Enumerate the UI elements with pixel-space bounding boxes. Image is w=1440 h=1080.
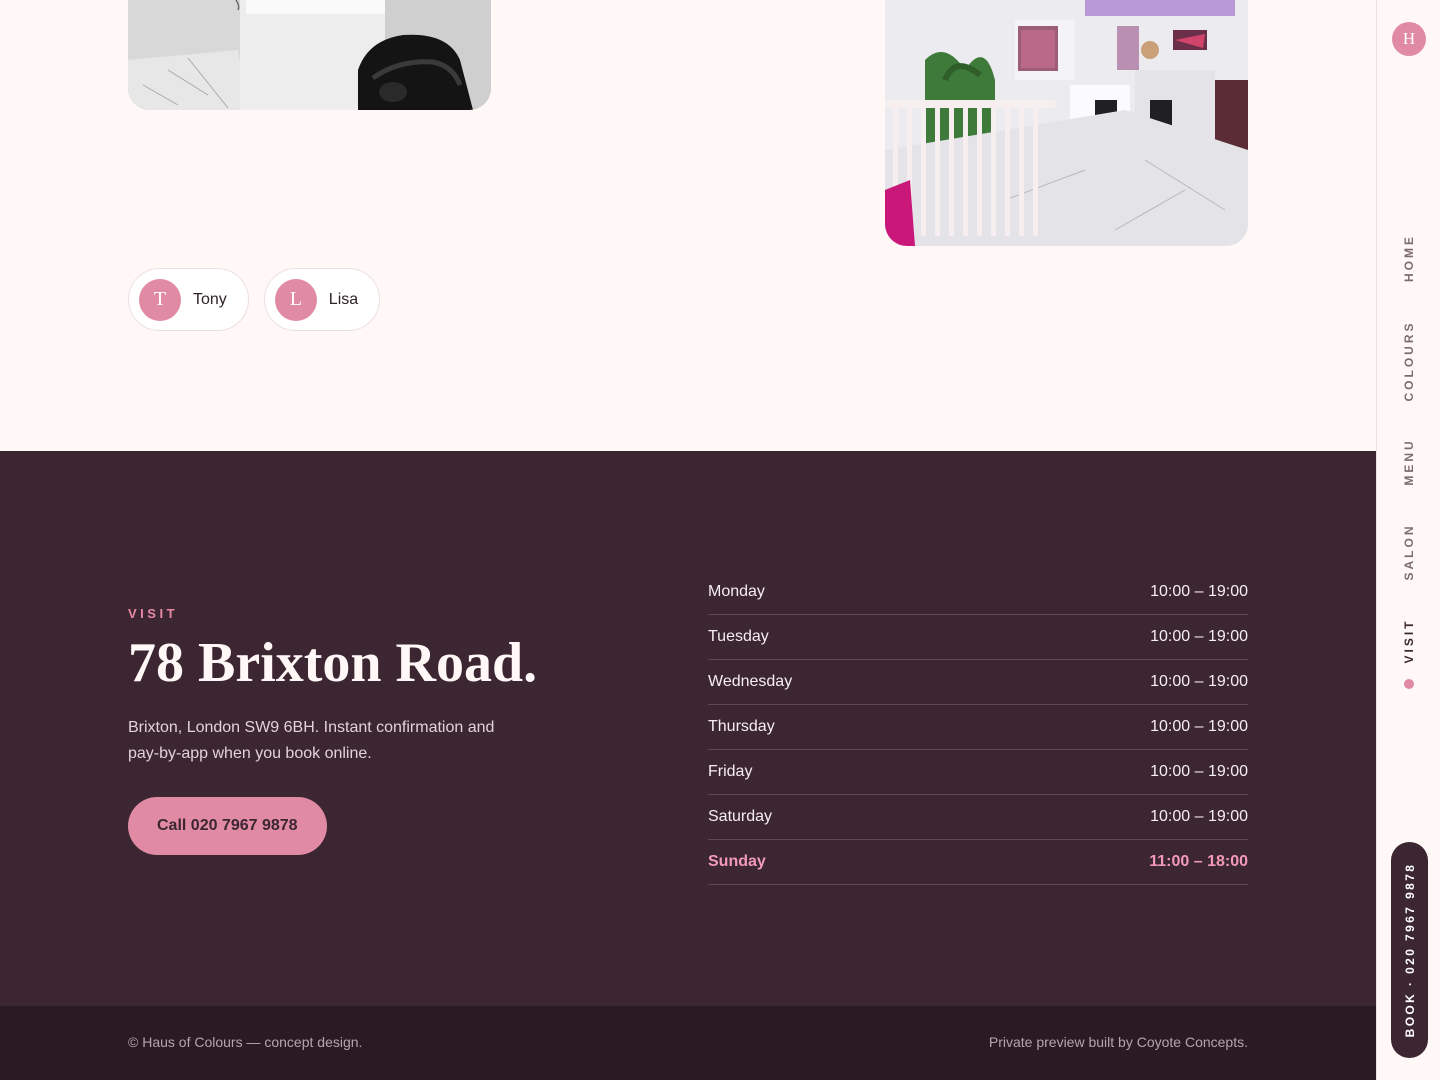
hours-row-sunday: Sunday 11:00 – 18:00 bbox=[708, 840, 1248, 885]
hours-time: 10:00 – 19:00 bbox=[1150, 583, 1248, 600]
salon-photo-interior bbox=[885, 0, 1248, 246]
site-footer: © Haus of Colours — concept design. Priv… bbox=[0, 1006, 1376, 1080]
hours-time: 10:00 – 19:00 bbox=[1150, 808, 1248, 825]
book-call-label: BOOK · 020 7967 9878 bbox=[1402, 862, 1417, 1038]
active-indicator-dot-icon bbox=[1404, 679, 1414, 689]
salon-gallery-section: T Tony L Lisa bbox=[0, 0, 1376, 451]
salon-photo-pedicure-chair bbox=[128, 0, 491, 110]
hours-row-saturday: Saturday 10:00 – 19:00 bbox=[708, 795, 1248, 840]
hours-day: Thursday bbox=[708, 718, 775, 735]
hours-day: Tuesday bbox=[708, 628, 769, 645]
hours-day: Monday bbox=[708, 583, 765, 600]
visit-eyebrow: VISIT bbox=[128, 606, 179, 621]
hours-row-friday: Friday 10:00 – 19:00 bbox=[708, 750, 1248, 795]
side-rail-nav: H HOME COLOURS MENU SALON VISIT BOOK · 0… bbox=[1376, 0, 1440, 1080]
call-button[interactable]: Call 020 7967 9878 bbox=[128, 797, 327, 855]
rail-nav-home[interactable]: HOME bbox=[1402, 234, 1416, 282]
salon-interior-image bbox=[885, 0, 1248, 246]
visit-section: VISIT 78 Brixton Road. Brixton, London S… bbox=[0, 451, 1376, 1006]
hours-time: 10:00 – 19:00 bbox=[1150, 718, 1248, 735]
team-chips: T Tony L Lisa bbox=[128, 268, 381, 331]
visit-description: Brixton, London SW9 6BH. Instant confirm… bbox=[128, 719, 495, 762]
hours-row-tuesday: Tuesday 10:00 – 19:00 bbox=[708, 615, 1248, 660]
team-chip-lisa[interactable]: L Lisa bbox=[263, 268, 381, 331]
hours-row-monday: Monday 10:00 – 19:00 bbox=[708, 570, 1248, 615]
hours-time: 10:00 – 19:00 bbox=[1150, 628, 1248, 645]
hours-time: 10:00 – 19:00 bbox=[1150, 763, 1248, 780]
rail-nav-visit[interactable]: VISIT bbox=[1402, 618, 1416, 663]
team-member-name: Lisa bbox=[328, 290, 359, 308]
team-member-name: Tony bbox=[193, 290, 227, 308]
footer-copyright: © Haus of Colours — concept design. bbox=[128, 1034, 363, 1050]
footer-credit[interactable]: Private preview built by Coyote Concepts… bbox=[989, 1034, 1248, 1050]
hours-time: 10:00 – 19:00 bbox=[1150, 673, 1248, 690]
hours-day: Friday bbox=[708, 763, 753, 780]
rail-nav-menu[interactable]: MENU bbox=[1402, 438, 1416, 485]
team-chip-tony[interactable]: T Tony bbox=[128, 268, 249, 331]
rail-nav-salon[interactable]: SALON bbox=[1402, 524, 1416, 581]
pedicure-chair-image bbox=[128, 0, 491, 110]
visit-heading: 78 Brixton Road. bbox=[128, 632, 538, 694]
h-monogram-icon[interactable]: H bbox=[1392, 22, 1426, 56]
rail-nav-colours[interactable]: COLOURS bbox=[1402, 321, 1416, 402]
hours-row-wednesday: Wednesday 10:00 – 19:00 bbox=[708, 660, 1248, 705]
hours-day: Wednesday bbox=[708, 673, 793, 690]
hours-row-thursday: Thursday 10:00 – 19:00 bbox=[708, 705, 1248, 750]
avatar: L bbox=[274, 278, 317, 321]
avatar: T bbox=[139, 278, 181, 321]
opening-hours-table: Monday 10:00 – 19:00 Tuesday 10:00 – 19:… bbox=[708, 570, 1248, 885]
hours-day: Saturday bbox=[708, 808, 773, 825]
book-call-button[interactable]: BOOK · 020 7967 9878 bbox=[1391, 842, 1428, 1058]
hours-time: 11:00 – 18:00 bbox=[1149, 853, 1248, 870]
hours-day: Sunday bbox=[708, 853, 766, 870]
